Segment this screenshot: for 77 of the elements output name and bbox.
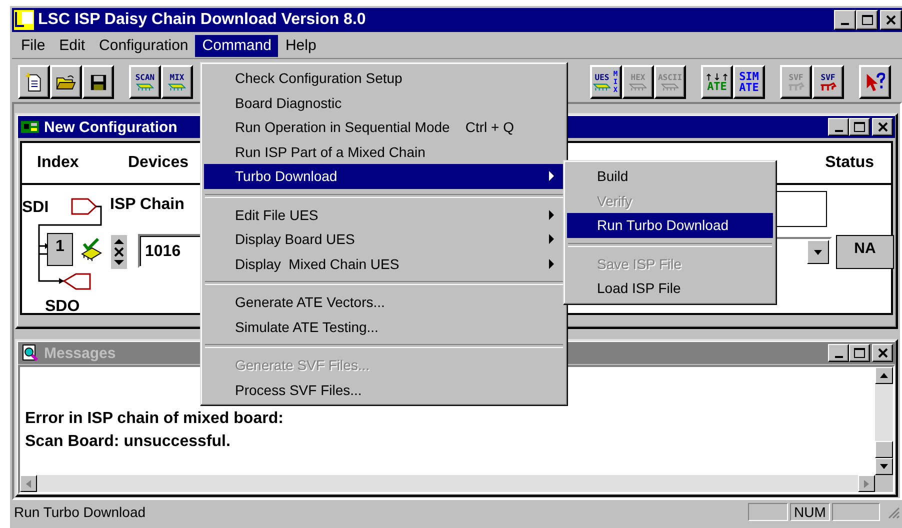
menu-item[interactable]: Run Operation in Sequential Mode Ctrl + Q <box>204 115 564 140</box>
vertical-scrollbar[interactable] <box>875 367 893 475</box>
chain-label: ISP Chain <box>110 196 184 214</box>
shortcut-text: Ctrl + Q <box>465 119 514 136</box>
toolbar-button[interactable]: SIM ATE <box>733 65 765 99</box>
status-button[interactable]: NA <box>836 235 894 269</box>
maximize-button[interactable] <box>849 118 870 136</box>
status-text: Run Turbo Download <box>14 504 147 520</box>
port-label: SDO <box>45 298 80 316</box>
resize-grip-icon <box>886 505 900 519</box>
board-icon <box>593 82 611 91</box>
board-icon <box>168 82 186 91</box>
close-button[interactable] <box>880 10 902 30</box>
window-title: Messages <box>44 344 116 362</box>
menu-item[interactable]: Turbo Download <box>204 164 564 188</box>
close-icon <box>886 15 896 25</box>
spinner-control[interactable] <box>111 235 127 269</box>
menu-item[interactable]: Run Turbo Download <box>567 213 773 238</box>
submenu-arrow-icon <box>549 258 554 269</box>
document-icon <box>25 72 43 92</box>
maximize-button[interactable] <box>849 344 870 362</box>
menu-bar-item[interactable]: File <box>14 35 52 57</box>
window-title: New Configuration <box>44 118 178 136</box>
close-button[interactable] <box>872 118 893 136</box>
menu-item[interactable]: Edit File UES <box>204 202 564 227</box>
submenu-arrow-icon <box>549 171 554 182</box>
column-header: Index <box>37 154 80 172</box>
menu-bar-item[interactable]: Command <box>195 35 278 57</box>
window-title: LSC ISP Daisy Chain Download Version 8.0 <box>38 11 366 29</box>
menu-bar-item[interactable]: Edit <box>52 35 92 57</box>
submenu-arrow-icon <box>549 234 554 244</box>
menu-item[interactable]: Check Configuration Setup <box>204 66 564 90</box>
keyboard-indicator: NUM <box>790 503 830 521</box>
new-file-button[interactable] <box>18 65 50 99</box>
menu-item[interactable]: Simulate ATE Testing... <box>204 314 564 339</box>
help-pointer-icon <box>865 72 885 92</box>
chip-check-icon <box>80 238 102 262</box>
save-button[interactable] <box>82 65 114 99</box>
menu-item[interactable]: Load ISP File <box>567 276 773 300</box>
board-icon <box>629 82 647 91</box>
magnifier-icon <box>21 344 39 362</box>
port-label: SDI <box>22 199 49 217</box>
open-folder-button[interactable] <box>50 65 82 99</box>
column-header: Status <box>825 154 875 172</box>
horizontal-scrollbar[interactable] <box>20 475 875 492</box>
device-node[interactable]: 1 <box>47 233 73 266</box>
column-header: Devices <box>128 154 188 172</box>
toolbar-button[interactable]: MIX <box>161 65 193 99</box>
menu-item[interactable]: Build <box>567 164 773 188</box>
menu-item[interactable]: Generate ATE Vectors... <box>204 290 564 314</box>
toolbar-button[interactable]: SVF <box>812 65 844 99</box>
status-panel <box>748 503 788 521</box>
menu-bar-item[interactable]: Configuration <box>92 35 196 57</box>
close-icon <box>878 348 888 358</box>
menu-bar-item[interactable]: Help <box>278 35 324 57</box>
animal-icon <box>787 82 805 91</box>
status-panel <box>832 503 880 521</box>
help-button[interactable] <box>859 65 891 99</box>
minimize-button[interactable] <box>828 118 849 136</box>
menu-item[interactable]: Process SVF Files... <box>204 378 564 402</box>
close-icon <box>878 122 888 132</box>
message-line: Error in ISP chain of mixed board: <box>25 409 284 429</box>
toolbar-button[interactable]: SCAN <box>129 65 161 99</box>
menu-item[interactable]: Board Diagnostic <box>204 90 564 115</box>
animal-icon <box>819 82 837 91</box>
close-button[interactable] <box>872 344 893 362</box>
minimize-button[interactable] <box>828 344 849 362</box>
maximize-button[interactable] <box>856 10 878 30</box>
board-icon <box>661 82 679 91</box>
menu-item[interactable]: Run ISP Part of a Mixed Chain <box>204 140 564 164</box>
minimize-button[interactable] <box>834 10 856 30</box>
arrows-icon <box>706 72 728 80</box>
folder-icon <box>56 74 76 90</box>
circuit-board-icon <box>21 120 39 134</box>
message-line: Scan Board: unsuccessful. <box>25 432 232 452</box>
board-icon <box>136 82 154 91</box>
submenu-arrow-icon <box>549 210 554 220</box>
